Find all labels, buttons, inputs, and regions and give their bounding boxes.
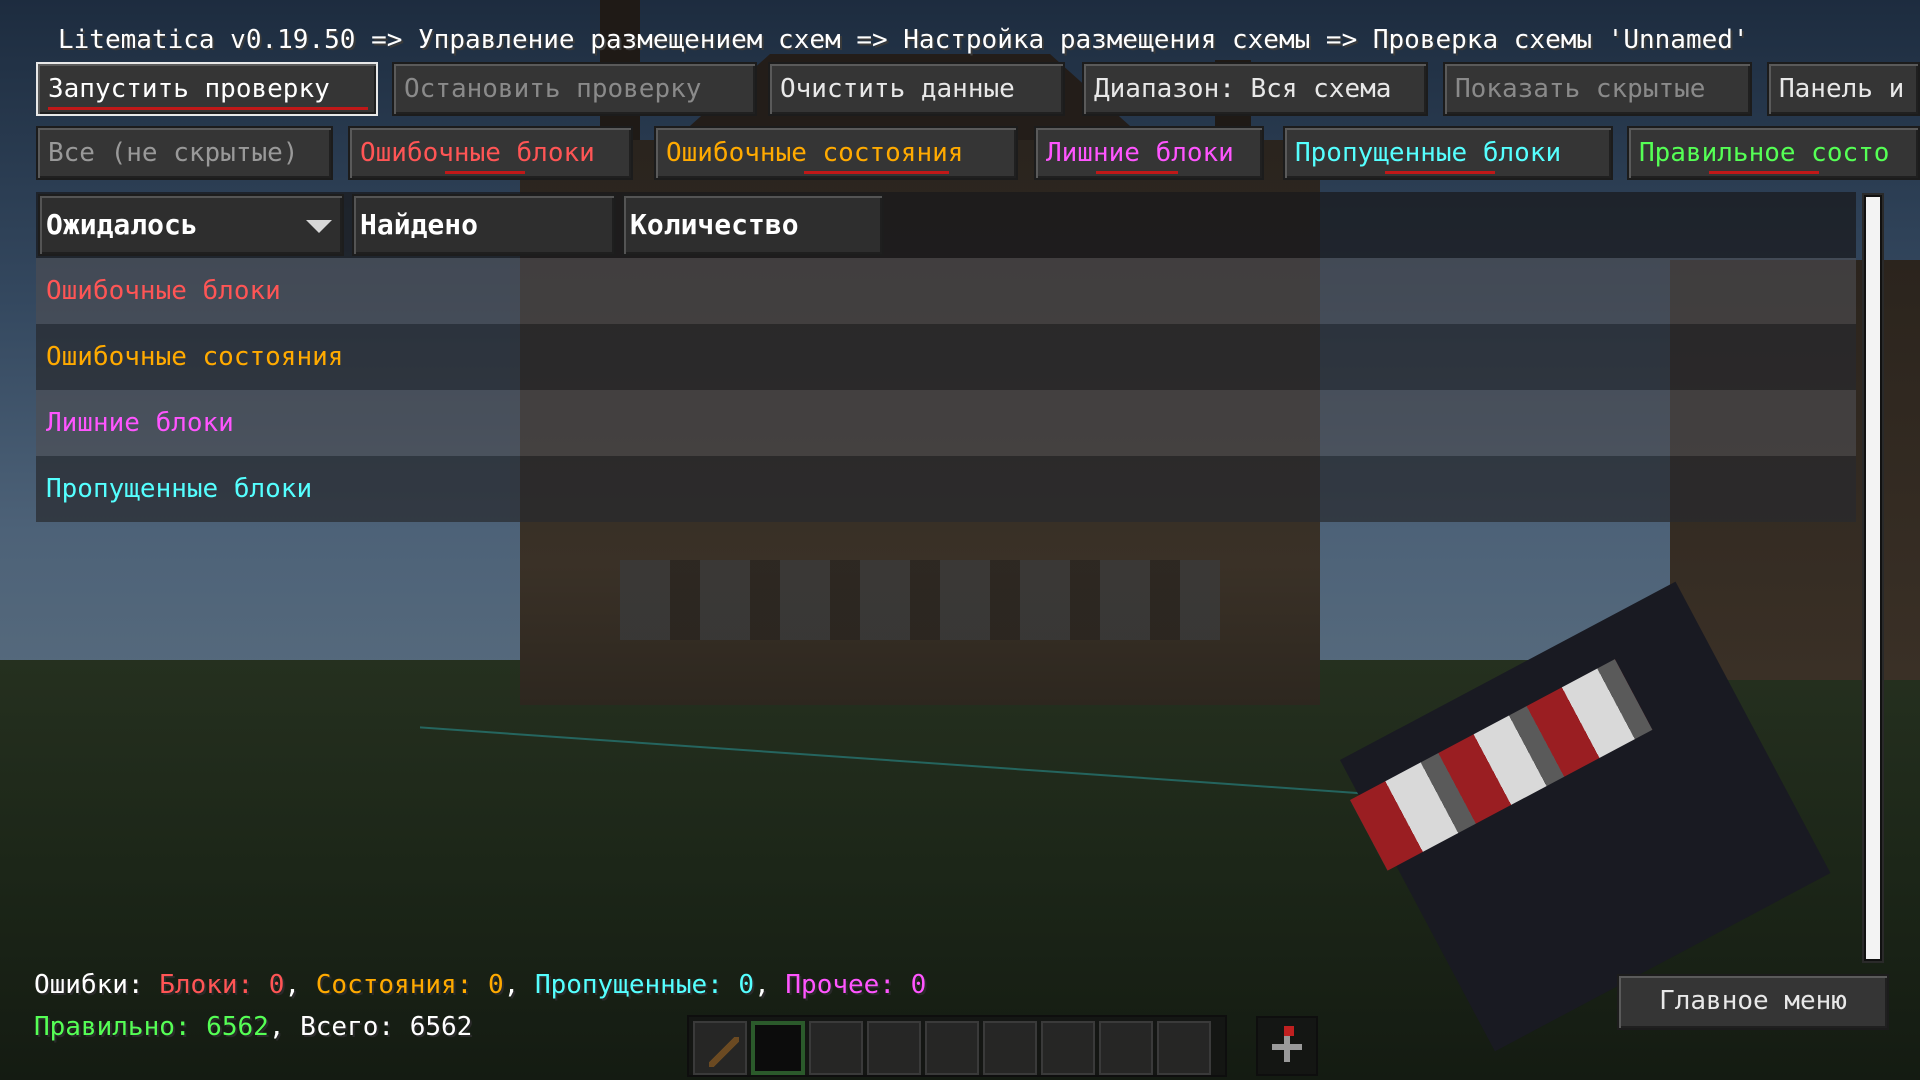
row-label: Лишние блоки [46,408,234,438]
hotbar-slot[interactable] [1041,1021,1095,1075]
correct-count: Правильно: 6562 [34,1012,269,1042]
table-row[interactable]: Ошибочные состояния [36,324,1856,390]
filter-wrong-states-label: Ошибочные состояния [666,138,964,168]
start-check-label: Запустить проверку [48,74,330,104]
filter-all-button[interactable]: Все (не скрытые) [36,126,333,180]
total-summary: Правильно: 6562, Всего: 6562 [34,1010,472,1044]
breadcrumb-title: Litematica v0.19.50 => Управление размещ… [58,25,1749,55]
error-summary: Ошибки: Блоки: 0, Состояния: 0, Пропущен… [34,968,926,1002]
start-check-button[interactable]: Запустить проверку [36,62,378,116]
hotbar-slot[interactable] [1099,1021,1153,1075]
filter-correct-button[interactable]: Правильное состо [1627,126,1920,180]
compass-icon [1272,1032,1302,1062]
main-menu-button[interactable]: Главное меню [1617,974,1889,1030]
hotbar-slot-selected[interactable] [751,1021,805,1075]
total-count: , Всего: 6562 [268,1012,473,1042]
filter-missing-button[interactable]: Пропущенные блоки [1283,126,1613,180]
filter-underline [1096,171,1178,174]
separator: , [284,970,316,1000]
active-underline [48,107,368,110]
stop-check-label: Остановить проверку [404,74,702,104]
errors-states: Состояния: 0 [315,970,504,1000]
hotbar-slot[interactable] [867,1021,921,1075]
hotbar-slot[interactable] [809,1021,863,1075]
filter-wrong-states-button[interactable]: Ошибочные состояния [654,126,1018,180]
errors-blocks: Блоки: 0 [159,970,285,1000]
filter-underline [445,171,525,174]
offhand-slot[interactable] [1256,1016,1318,1076]
filter-wrong-blocks-button[interactable]: Ошибочные блоки [348,126,633,180]
table-row[interactable]: Лишние блоки [36,390,1856,456]
filter-extra-label: Лишние блоки [1046,138,1234,168]
filter-wrong-blocks-label: Ошибочные блоки [360,138,595,168]
filter-correct-label: Правильное состо [1639,138,1890,168]
separator: , [503,970,535,1000]
stop-check-button[interactable]: Остановить проверку [392,62,757,116]
filter-extra-button[interactable]: Лишние блоки [1034,126,1264,180]
column-expected[interactable]: Ожидалось [38,194,344,256]
table-row[interactable]: Ошибочные блоки [36,258,1856,324]
main-menu-label: Главное меню [1659,986,1847,1016]
compass-needle [1284,1026,1294,1036]
scrollbar-thumb[interactable] [1866,197,1880,959]
list-scrollbar[interactable] [1862,193,1884,963]
range-label: Диапазон: Вся схема [1094,74,1392,104]
errors-other: Прочее: 0 [785,970,927,1000]
table-row[interactable]: Пропущенные блоки [36,456,1856,522]
errors-missing: Пропущенные: 0 [534,970,755,1000]
filter-underline [1709,171,1819,174]
hotbar-slot[interactable] [693,1021,747,1075]
column-found-label: Найдено [360,208,479,241]
row-label: Пропущенные блоки [46,474,313,504]
panel-label: Панель и [1779,74,1905,104]
column-expected-label: Ожидалось [46,208,198,241]
column-count-label: Количество [630,208,799,241]
hotbar [687,1015,1227,1077]
stick-icon [709,1037,739,1067]
range-button[interactable]: Диапазон: Вся схема [1082,62,1428,116]
separator: , [754,970,786,1000]
clear-data-button[interactable]: Очистить данные [768,62,1065,116]
hotbar-slot[interactable] [1157,1021,1211,1075]
row-label: Ошибочные состояния [46,342,344,372]
table-header-row: Ожидалось Найдено Количество [36,192,1856,258]
panel-button[interactable]: Панель и [1767,62,1920,116]
column-found[interactable]: Найдено [352,194,616,256]
column-count[interactable]: Количество [622,194,884,256]
show-hidden-label: Показать скрытые [1455,74,1706,104]
filter-missing-label: Пропущенные блоки [1295,138,1562,168]
row-label: Ошибочные блоки [46,276,281,306]
triangle-down-icon [306,220,332,233]
hotbar-slot[interactable] [983,1021,1037,1075]
clear-data-label: Очистить данные [780,74,1015,104]
hotbar-slot[interactable] [925,1021,979,1075]
filter-underline [1385,171,1495,174]
show-hidden-button[interactable]: Показать скрытые [1443,62,1752,116]
filter-all-label: Все (не скрытые) [48,138,299,168]
filter-underline [804,171,949,174]
errors-label: Ошибки: [34,970,160,1000]
results-list: Ожидалось Найдено Количество Ошибочные б… [36,192,1856,522]
